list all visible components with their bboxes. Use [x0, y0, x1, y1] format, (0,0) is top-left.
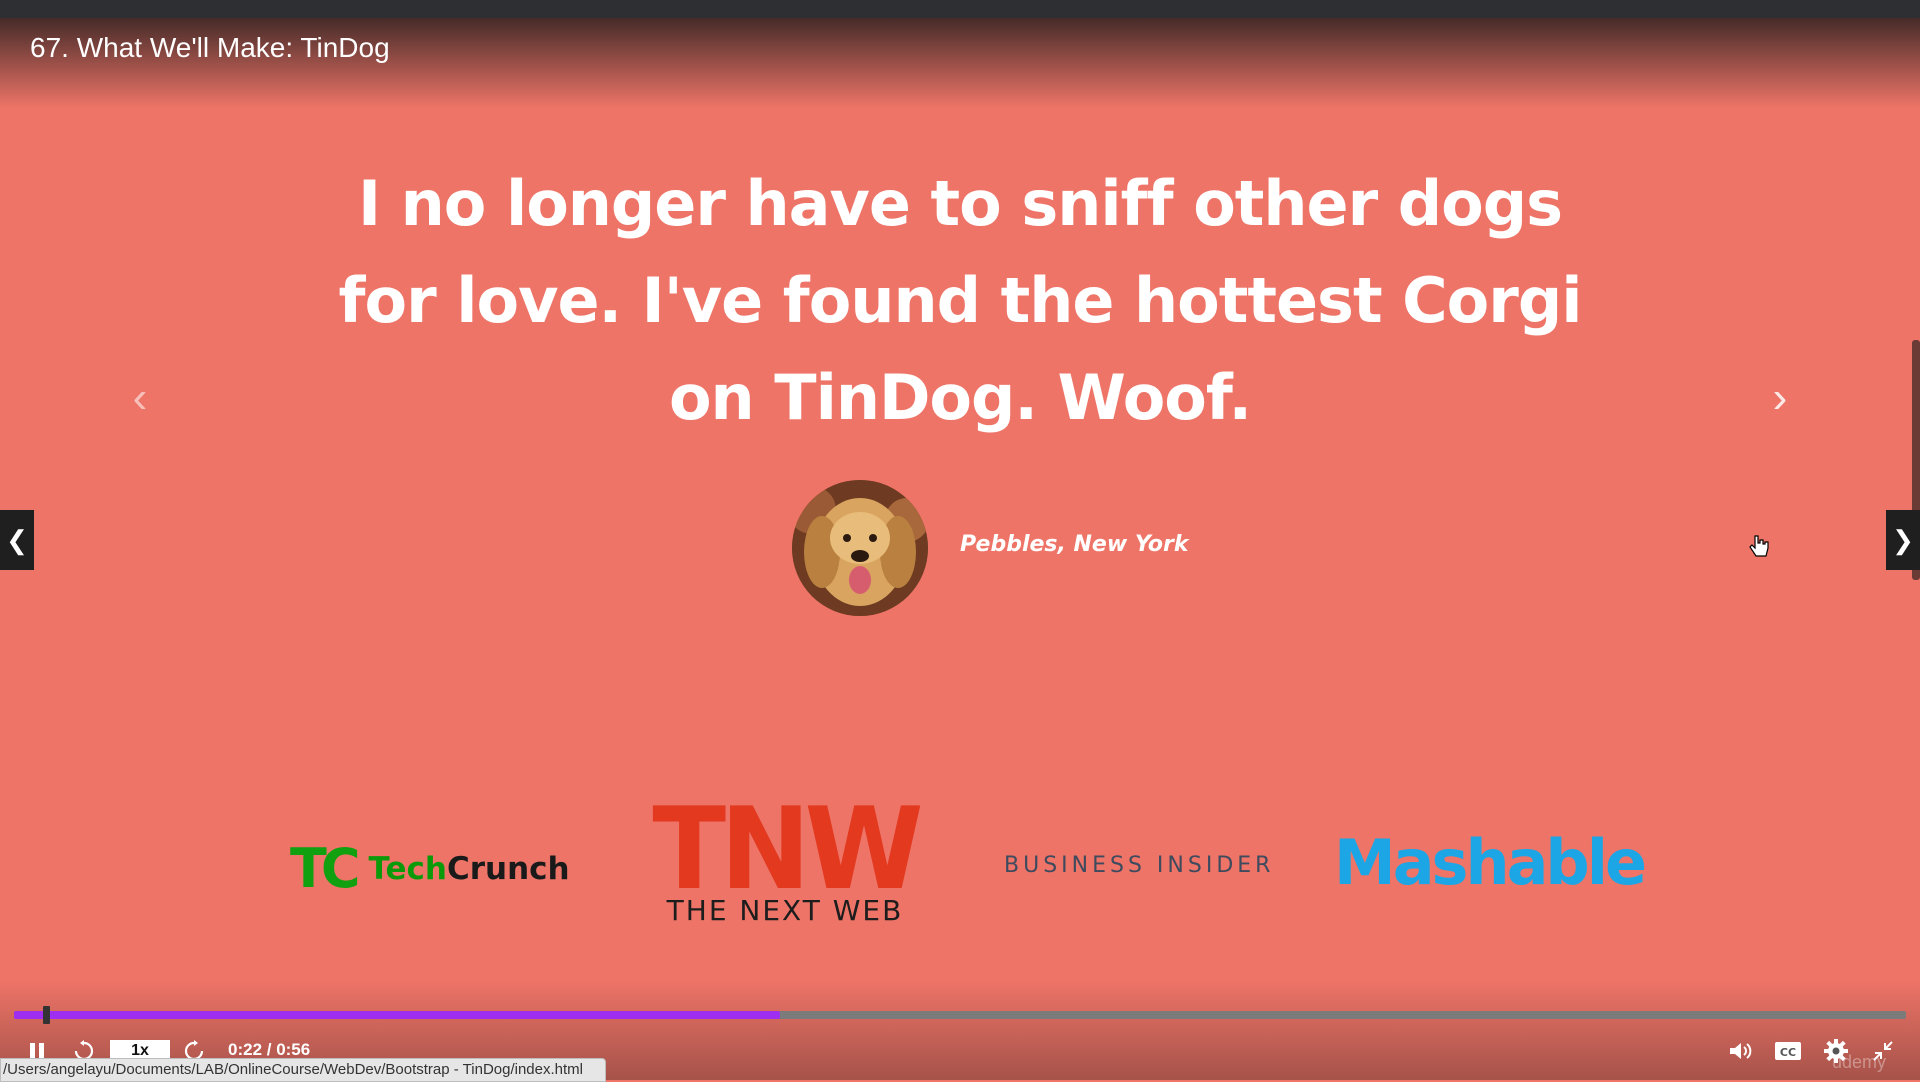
svg-text:CC: CC [1780, 1046, 1796, 1059]
volume-button[interactable] [1726, 1036, 1756, 1066]
closed-captions-icon: CC [1775, 1042, 1801, 1060]
chevron-right-icon: ❯ [1892, 524, 1914, 555]
testimonial-avatar [792, 480, 928, 616]
chevron-left-icon: ‹ [132, 373, 148, 422]
testimonial-quote: I no longer have to sniff other dogs for… [338, 167, 1583, 434]
status-bar-url: /Users/angelayu/Documents/LAB/OnlineCour… [0, 1058, 606, 1082]
techcrunch-mark: TC [290, 837, 361, 900]
captions-button[interactable]: CC [1772, 1036, 1804, 1066]
top-strip [0, 0, 1920, 18]
dog-avatar-icon [792, 480, 928, 616]
video-title: 67. What We'll Make: TinDog [30, 32, 390, 63]
udemy-watermark: udemy [1832, 1052, 1887, 1072]
next-lecture-button[interactable]: ❯ [1886, 510, 1920, 570]
hand-cursor-icon [1749, 535, 1769, 557]
volume-icon [1730, 1043, 1752, 1059]
tnw-mark: TNW [652, 783, 923, 916]
tnw-logo: TNW THE NEXT WEB [640, 783, 930, 927]
techcrunch-wordmark: TechCrunch [368, 851, 570, 887]
progress-scrubber-handle[interactable] [43, 1006, 50, 1024]
previous-lecture-button[interactable]: ❮ [0, 510, 34, 570]
carousel-prev-button[interactable]: ‹ [120, 373, 160, 422]
mashable-logo: Mashable [1334, 826, 1647, 899]
testimonial-author: Pebbles, New York [960, 532, 1189, 557]
chevron-left-icon: ❮ [6, 524, 28, 555]
carousel-next-button[interactable]: › [1760, 373, 1800, 422]
progress-fill [14, 1011, 781, 1019]
chevron-right-icon: › [1772, 373, 1788, 422]
time-display: 0:22 / 0:56 [228, 1040, 311, 1059]
business-insider-logo: BUSINESS INSIDER [1004, 853, 1275, 878]
techcrunch-logo: TC TechCrunch [290, 842, 570, 896]
progress-bar[interactable] [14, 1011, 1906, 1019]
